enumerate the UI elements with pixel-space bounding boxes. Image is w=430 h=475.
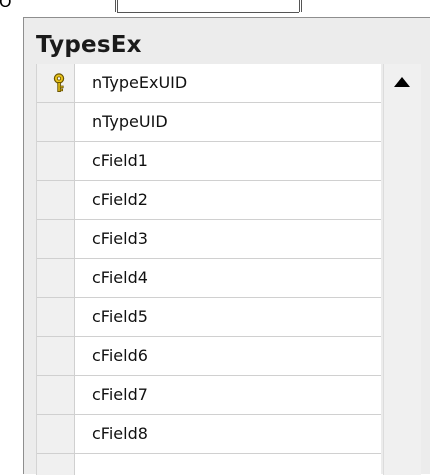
row-selector[interactable] <box>37 259 75 297</box>
table-window-typesex[interactable]: TypesEx nTypeExUID nTypeUID cField1 cFie… <box>23 17 430 475</box>
column-name: cField1 <box>92 151 148 170</box>
vertical-scrollbar[interactable] <box>383 64 421 475</box>
background-fragment-letter: O <box>0 0 12 11</box>
row-selector[interactable] <box>37 103 75 141</box>
column-name: cField6 <box>92 346 148 365</box>
row-selector[interactable] <box>37 376 75 414</box>
row-selector[interactable] <box>37 298 75 336</box>
row-selector[interactable] <box>37 220 75 258</box>
column-row[interactable]: cField6 <box>37 337 381 376</box>
row-selector[interactable] <box>37 454 75 475</box>
background-line <box>117 12 299 13</box>
column-name: cField2 <box>92 190 148 209</box>
column-name: cField8 <box>92 424 148 443</box>
table-title[interactable]: TypesEx <box>36 32 142 58</box>
column-row[interactable]: cField8 <box>37 415 381 454</box>
row-selector[interactable] <box>37 181 75 219</box>
column-row[interactable]: cField2 <box>37 181 381 220</box>
column-row[interactable]: cField1 <box>37 142 381 181</box>
row-selector[interactable] <box>37 415 75 453</box>
column-name: cField7 <box>92 385 148 404</box>
row-selector[interactable] <box>37 64 75 102</box>
column-name: nTypeExUID <box>92 73 188 92</box>
background-fragment: O <box>0 0 430 16</box>
scroll-up-button[interactable] <box>384 64 421 102</box>
column-name: cField3 <box>92 229 148 248</box>
background-line <box>301 0 302 12</box>
column-name: nTypeUID <box>92 112 168 131</box>
column-row[interactable]: nTypeExUID <box>37 64 381 103</box>
column-name: cField5 <box>92 307 148 326</box>
column-row[interactable]: cField7 <box>37 376 381 415</box>
background-line <box>115 0 116 12</box>
column-row[interactable]: cField5 <box>37 298 381 337</box>
triangle-up-icon <box>394 77 410 87</box>
column-row[interactable] <box>37 454 381 475</box>
column-name: cField4 <box>92 268 148 287</box>
background-line <box>299 0 300 12</box>
column-list[interactable]: nTypeExUID nTypeUID cField1 cField2 cFie… <box>36 64 381 475</box>
column-row[interactable]: cField4 <box>37 259 381 298</box>
column-row[interactable]: nTypeUID <box>37 103 381 142</box>
row-selector[interactable] <box>37 142 75 180</box>
key-icon <box>53 73 65 92</box>
background-line <box>117 0 118 12</box>
column-row[interactable]: cField3 <box>37 220 381 259</box>
row-selector[interactable] <box>37 337 75 375</box>
